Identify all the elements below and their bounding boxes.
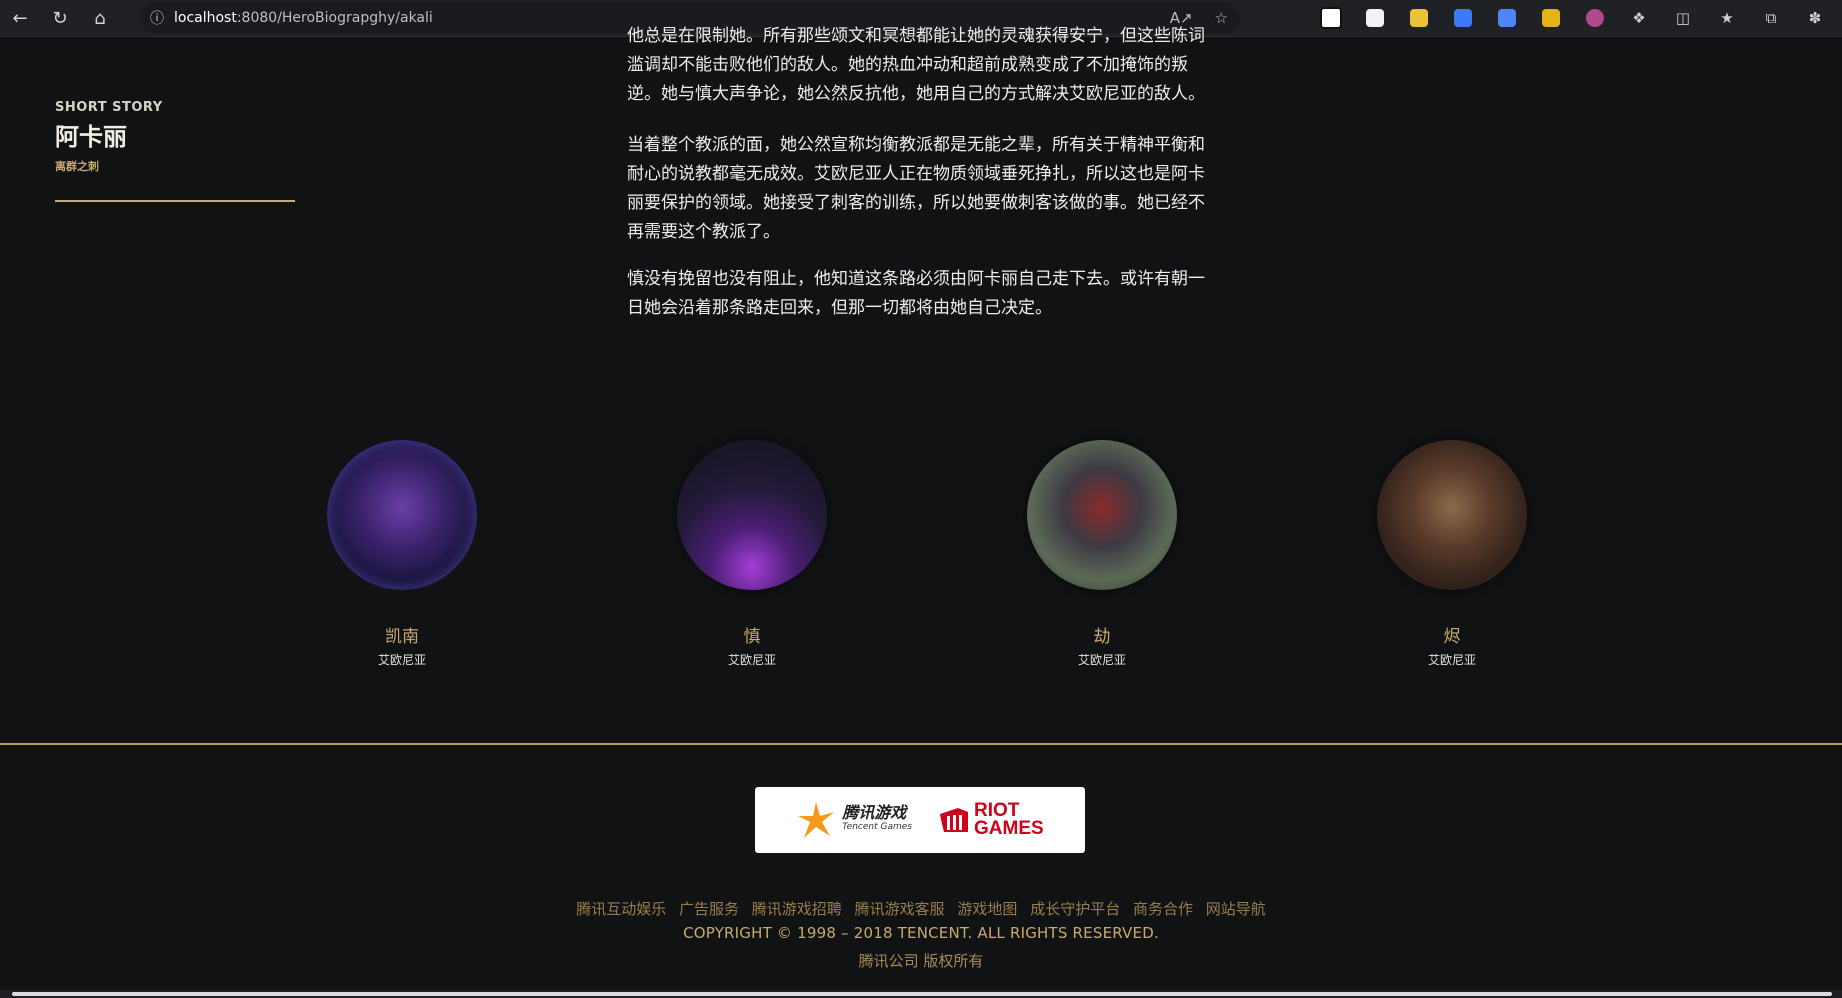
- scrollbar-thumb[interactable]: [12, 992, 1832, 996]
- related-champion-card[interactable]: 凯南 艾欧尼亚: [302, 440, 502, 668]
- footer-link[interactable]: 腾讯互动娱乐: [576, 900, 666, 918]
- related-champion-region: 艾欧尼亚: [727, 653, 776, 667]
- related-champion-name[interactable]: 凯南: [302, 622, 502, 647]
- tencent-logo-en: Tencent Games: [842, 822, 912, 832]
- url-path: :8080/HeroBiograpghy/akali: [236, 10, 433, 26]
- info-icon[interactable]: ⓘ: [140, 8, 174, 28]
- footer-link[interactable]: 成长守护平台: [1030, 900, 1120, 918]
- extension-5-icon[interactable]: [1486, 0, 1528, 36]
- footer-links: 腾讯互动娱乐 广告服务 腾讯游戏招聘 腾讯游戏客服 游戏地图 成长守护平台 商务…: [0, 898, 1842, 919]
- related-champions: 凯南 艾欧尼亚 慎 艾欧尼亚 劫 艾欧尼亚 烬 艾欧尼亚: [0, 440, 1842, 670]
- story-paragraph: 慎没有挽留也没有阻止，他知道这条路必须由阿卡丽自己走下去。或许有朝一日她会沿着那…: [627, 269, 1205, 318]
- footer-link[interactable]: 腾讯游戏招聘: [752, 900, 842, 918]
- related-champion-card[interactable]: 烬 艾欧尼亚: [1352, 440, 1552, 668]
- champion-name: 阿卡丽: [55, 123, 127, 151]
- riot-logo-bottom: GAMES: [974, 818, 1044, 839]
- champion-portrait[interactable]: [327, 440, 477, 590]
- footer-divider: [0, 743, 1842, 745]
- related-champion-name[interactable]: 慎: [652, 622, 852, 647]
- copyright-text: COPYRIGHT © 1998 – 2018 TENCENT. ALL RIG…: [683, 924, 1159, 942]
- related-champion-name[interactable]: 劫: [1002, 622, 1202, 647]
- favorites-icon[interactable]: ★: [1706, 0, 1748, 36]
- extensions-icon[interactable]: ❖: [1618, 0, 1660, 36]
- split-screen-icon[interactable]: ◫: [1662, 0, 1704, 36]
- champion-portrait[interactable]: [677, 440, 827, 590]
- home-icon[interactable]: ⌂: [80, 0, 120, 36]
- tencent-games-logo[interactable]: 腾讯游戏 Tencent Games: [796, 800, 912, 840]
- collections-icon[interactable]: ⧉: [1750, 0, 1792, 36]
- champion-portrait[interactable]: [1027, 440, 1177, 590]
- related-champion-card[interactable]: 慎 艾欧尼亚: [652, 440, 852, 668]
- extension-4-icon[interactable]: [1442, 0, 1484, 36]
- back-icon[interactable]: ←: [0, 0, 40, 36]
- extension-6-icon[interactable]: [1530, 0, 1572, 36]
- section-kicker: SHORT STORY: [55, 100, 163, 115]
- story-paragraph: 他总是在限制她。所有那些颂文和冥想都能让她的灵魂获得安宁，但这些陈词滥调却不能击…: [627, 26, 1205, 104]
- related-champion-region: 艾欧尼亚: [377, 653, 426, 667]
- related-champion-region: 艾欧尼亚: [1427, 653, 1476, 667]
- url-host: localhost: [174, 10, 237, 26]
- story-body: 他总是在限制她。所有那些颂文和冥想都能让她的灵魂获得安宁，但这些陈词滥调却不能击…: [627, 26, 1219, 341]
- partner-logos[interactable]: 腾讯游戏 Tencent Games RIOT GAMES: [755, 787, 1085, 853]
- extension-3-icon[interactable]: [1398, 0, 1440, 36]
- riot-games-logo[interactable]: RIOT GAMES: [938, 801, 1044, 839]
- extension-1-icon[interactable]: [1310, 0, 1352, 36]
- related-champion-card[interactable]: 劫 艾欧尼亚: [1002, 440, 1202, 668]
- footer-link[interactable]: 腾讯游戏客服: [855, 900, 945, 918]
- riot-fist-icon: [940, 808, 968, 832]
- footer-link[interactable]: 广告服务: [679, 900, 739, 918]
- story-paragraph: 当着整个教派的面，她公然宣称均衡教派都是无能之辈，所有关于精神平衡和耐心的说教都…: [627, 135, 1205, 242]
- extension-2-icon[interactable]: [1354, 0, 1396, 36]
- footer-link[interactable]: 网站导航: [1206, 900, 1266, 918]
- title-divider: [55, 200, 295, 202]
- related-champion-name[interactable]: 烬: [1352, 622, 1552, 647]
- extension-7-icon[interactable]: [1574, 0, 1616, 36]
- footer-link[interactable]: 游戏地图: [957, 900, 1017, 918]
- tencent-star-icon: [798, 802, 835, 838]
- champion-title: 离群之刺: [55, 160, 99, 173]
- footer-link[interactable]: 商务合作: [1133, 900, 1193, 918]
- copilot-icon[interactable]: ✽: [1794, 0, 1836, 36]
- refresh-icon[interactable]: ↻: [40, 0, 80, 36]
- champion-portrait[interactable]: [1377, 440, 1527, 590]
- horizontal-scrollbar[interactable]: [0, 990, 1842, 998]
- extension-toolbar: ❖ ◫ ★ ⧉ ✽: [1310, 0, 1836, 36]
- related-champion-region: 艾欧尼亚: [1077, 653, 1126, 667]
- company-rights: 腾讯公司 版权所有: [858, 952, 984, 970]
- tencent-logo-cn: 腾讯游戏: [842, 803, 907, 822]
- short-story-header: SHORT STORY 阿卡丽 离群之刺: [55, 100, 163, 174]
